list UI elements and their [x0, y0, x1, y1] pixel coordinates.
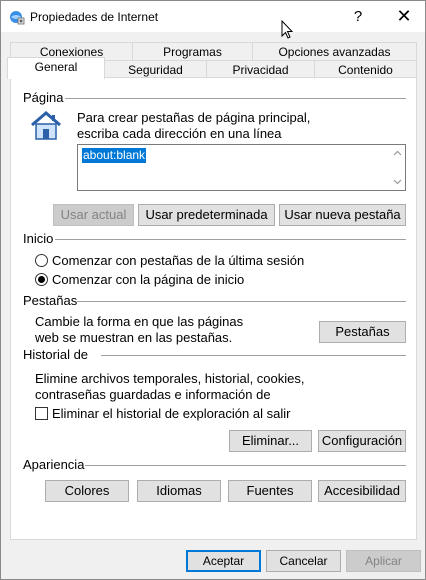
- startup-last-session-radio[interactable]: [35, 254, 48, 267]
- apply-button[interactable]: Aplicar: [346, 550, 421, 572]
- fonts-button[interactable]: Fuentes: [228, 480, 312, 502]
- tab-opciones-avanzadas[interactable]: Opciones avanzadas: [252, 42, 417, 61]
- tabs-section-label: Pestañas: [23, 293, 77, 308]
- history-description-line2: contraseñas guardadas e información de: [35, 387, 271, 402]
- history-section-label: Historial de exploración: [23, 347, 101, 364]
- tab-programas[interactable]: Programas: [132, 42, 253, 61]
- accessibility-button[interactable]: Accesibilidad: [318, 480, 406, 502]
- delete-history-on-exit-label[interactable]: Eliminar el historial de exploración al …: [52, 406, 290, 422]
- home-page-divider: [25, 98, 406, 99]
- startup-home-page-label[interactable]: Comenzar con la página de inicio: [52, 272, 244, 288]
- internet-properties-dialog: Propiedades de Internet ? ✕ Conexiones P…: [0, 0, 426, 580]
- delete-history-on-exit-checkbox[interactable]: [35, 407, 48, 420]
- languages-button[interactable]: Idiomas: [137, 480, 221, 502]
- close-button[interactable]: ✕: [381, 1, 426, 32]
- startup-home-page-radio[interactable]: [35, 273, 48, 286]
- appearance-section-label-clip: Apariencia: [23, 457, 85, 474]
- tabs-divider: [25, 301, 406, 302]
- title-bar: Propiedades de Internet ? ✕: [1, 1, 426, 39]
- home-page-address-value: about:blank: [82, 148, 147, 163]
- history-section-label-clip: Historial de exploración: [23, 347, 101, 364]
- history-description-line1: Elimine archivos temporales, historial, …: [35, 371, 305, 386]
- mouse-cursor-icon: [281, 20, 294, 39]
- tab-general[interactable]: General: [7, 57, 105, 79]
- tabs-description-line2: web se muestran en las pestañas.: [35, 330, 233, 345]
- history-settings-button[interactable]: Configuración: [318, 430, 406, 452]
- home-icon: [31, 111, 61, 140]
- window-title: Propiedades de Internet: [30, 10, 159, 24]
- startup-section-label: Inicio: [23, 231, 56, 246]
- use-new-tab-button[interactable]: Usar nueva pestaña: [279, 204, 406, 226]
- home-page-address-textarea[interactable]: about:blank: [77, 144, 406, 191]
- tabs-settings-button[interactable]: Pestañas: [319, 321, 406, 343]
- tabs-section-label-clip: Pestañas: [23, 293, 77, 310]
- scroll-down-icon[interactable]: [393, 177, 402, 186]
- help-button[interactable]: ?: [335, 1, 381, 32]
- appearance-section-label: Apariencia: [23, 457, 85, 472]
- tabs-description-line1: Cambie la forma en que las páginas: [35, 314, 244, 329]
- home-page-instructions-line2: escriba cada dirección en una línea: [77, 126, 282, 141]
- home-page-instructions-line1: Para crear pestañas de página principal,: [77, 110, 311, 125]
- startup-last-session-label[interactable]: Comenzar con pestañas de la última sesió…: [52, 253, 304, 269]
- internet-options-icon: [10, 11, 25, 25]
- colors-button[interactable]: Colores: [45, 480, 129, 502]
- ok-button[interactable]: Aceptar: [186, 550, 261, 572]
- use-default-button[interactable]: Usar predeterminada: [138, 204, 275, 226]
- cancel-button[interactable]: Cancelar: [266, 550, 341, 572]
- home-page-section-label: Página: [23, 90, 66, 105]
- delete-history-button[interactable]: Eliminar...: [229, 430, 312, 452]
- scroll-up-icon[interactable]: [393, 149, 402, 158]
- startup-divider: [25, 239, 406, 240]
- use-current-button[interactable]: Usar actual: [53, 204, 134, 226]
